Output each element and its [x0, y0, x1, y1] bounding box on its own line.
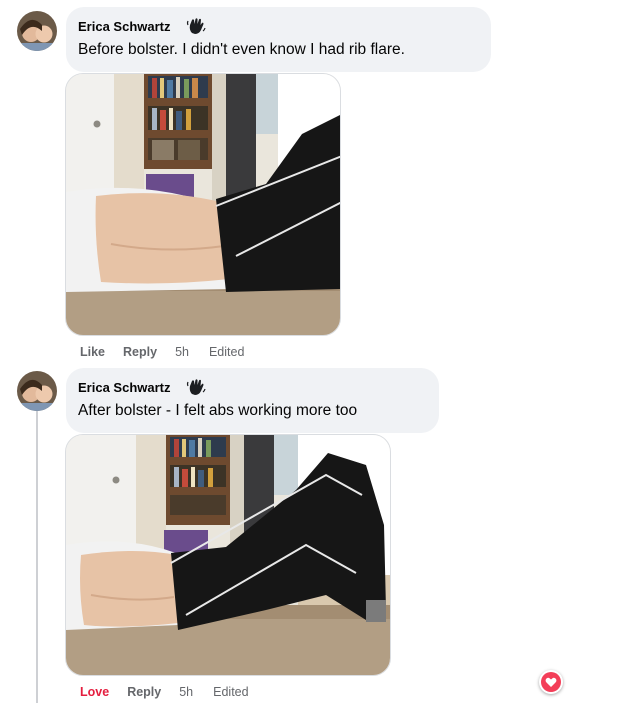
- love-reaction-button[interactable]: Love: [80, 685, 109, 699]
- comment-bubble: Erica Schwartz After bolster - I felt ab…: [66, 368, 439, 433]
- comment-photo[interactable]: [65, 434, 391, 676]
- edited-label[interactable]: Edited: [209, 345, 244, 359]
- reply-button[interactable]: Reply: [123, 345, 157, 359]
- comment-author[interactable]: Erica Schwartz: [78, 380, 171, 395]
- reply-thread-line: [36, 394, 38, 703]
- comment-timestamp[interactable]: 5h: [179, 685, 193, 699]
- comment-author[interactable]: Erica Schwartz: [78, 19, 171, 34]
- avatar[interactable]: [17, 371, 57, 411]
- waving-hand-icon: [183, 16, 209, 36]
- avatar[interactable]: [17, 11, 57, 51]
- heart-reaction-icon[interactable]: [539, 670, 563, 694]
- comment-text: Before bolster. I didn't even know I had…: [78, 41, 405, 58]
- comment-actions: Love Reply 5h Edited: [80, 683, 269, 701]
- comment-actions: Like Reply 5h Edited: [80, 343, 264, 361]
- waving-hand-icon: [183, 377, 209, 397]
- comment-timestamp[interactable]: 5h: [175, 345, 189, 359]
- reply-button[interactable]: Reply: [127, 685, 161, 699]
- comment-bubble: Erica Schwartz Before bolster. I didn't …: [66, 7, 491, 72]
- edited-label[interactable]: Edited: [213, 685, 248, 699]
- like-button[interactable]: Like: [80, 345, 105, 359]
- comment-photo[interactable]: [65, 73, 341, 336]
- comment-text: After bolster - I felt abs working more …: [78, 402, 358, 419]
